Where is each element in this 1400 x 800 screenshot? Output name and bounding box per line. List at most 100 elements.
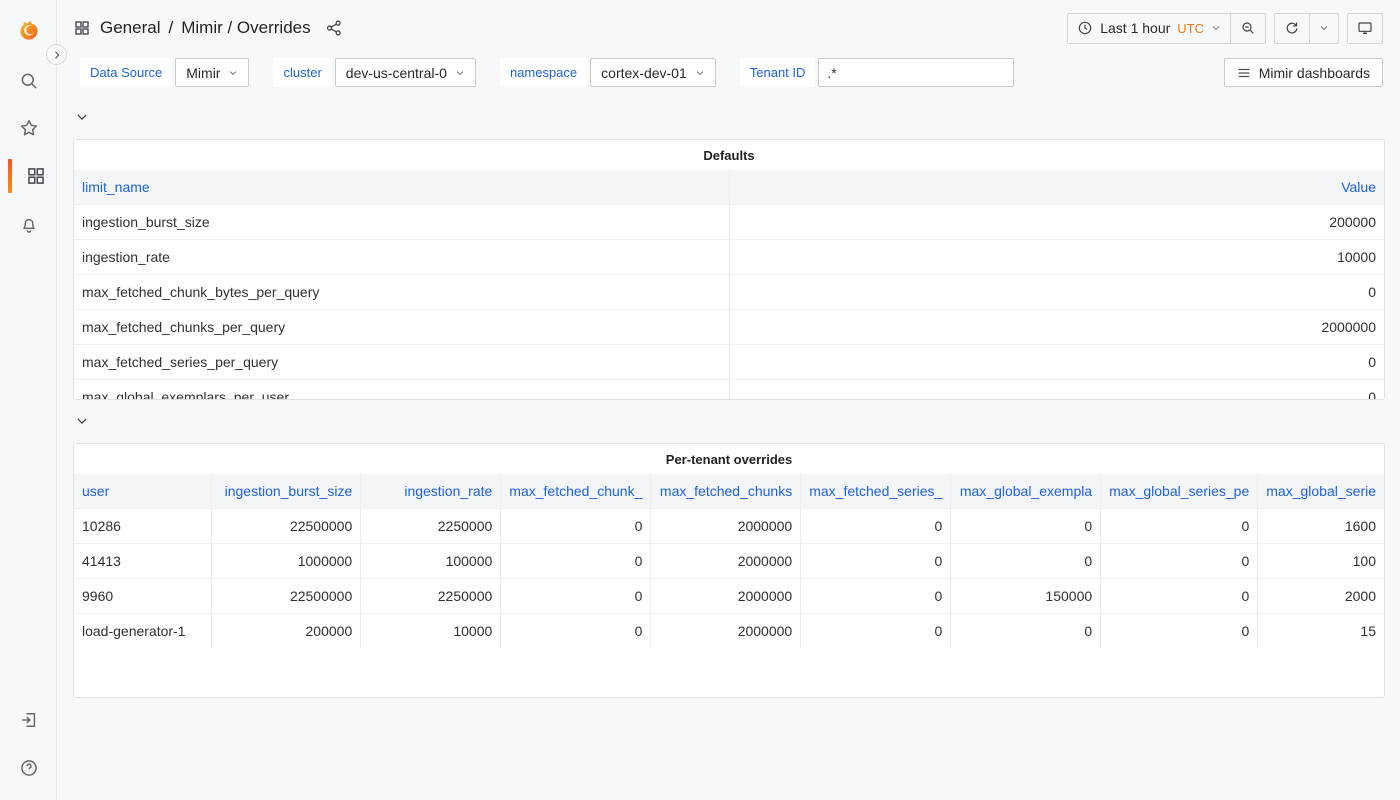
table-cell: 100000	[360, 542, 501, 578]
sidebar	[0, 0, 57, 800]
sidebar-item-search[interactable]	[0, 61, 57, 101]
table-cell: 0	[1100, 577, 1258, 613]
column-header[interactable]: max_global_exempla	[950, 474, 1101, 508]
panel-title[interactable]: Defaults	[74, 140, 1384, 170]
sidebar-item-sign-in[interactable]	[0, 700, 57, 740]
sidebar-item-dashboards[interactable]	[0, 156, 57, 196]
sign-in-icon	[21, 713, 35, 727]
kiosk-group	[1347, 12, 1383, 44]
breadcrumb-separator: /	[168, 18, 174, 37]
share-dashboard-button[interactable]	[325, 19, 343, 37]
sidebar-item-alerting[interactable]	[0, 205, 57, 245]
dashboard-header: General / Mimir / Overrides Last 1 hour …	[57, 0, 1400, 56]
table-row: 10286 22500000 2250000 0 2000000 0 0 0 1600	[74, 507, 1384, 543]
panel-title[interactable]: Per-tenant overrides	[74, 444, 1384, 474]
table-cell: 0	[728, 273, 1384, 309]
cluster-label: cluster	[273, 58, 332, 87]
tenant-id-label: Tenant ID	[739, 58, 816, 87]
menu-hamburger-icon	[1238, 68, 1249, 77]
table-cell: 0	[1100, 612, 1258, 648]
table-row: ingestion_burst_size 200000	[74, 203, 1384, 239]
variable-tenant-id: Tenant ID	[739, 58, 1015, 87]
tenant-id-input[interactable]	[818, 58, 1015, 87]
table-row: max_fetched_chunk_bytes_per_query 0	[74, 273, 1384, 309]
table-cell: 22500000	[211, 577, 361, 613]
chevron-down-icon	[230, 70, 237, 75]
column-header[interactable]: max_fetched_series_	[800, 474, 951, 508]
column-header[interactable]: user	[74, 474, 212, 508]
table-cell: 0	[800, 577, 951, 613]
apps-grid-icon	[75, 21, 89, 35]
table-cell: ingestion_rate	[74, 238, 729, 274]
column-header[interactable]: limit_name	[74, 170, 729, 204]
breadcrumb[interactable]: General / Mimir / Overrides	[74, 18, 343, 38]
table-cell: 2000000	[650, 612, 801, 648]
row-collapse-toggle[interactable]	[75, 409, 99, 433]
share-alt-icon	[326, 20, 341, 36]
refresh-button[interactable]	[1275, 14, 1309, 43]
time-picker-button[interactable]: Last 1 hour UTC	[1068, 14, 1230, 43]
grafana-logo[interactable]	[0, 10, 57, 50]
table-row: max_fetched_series_per_query 0	[74, 343, 1384, 379]
chevron-right-icon	[54, 50, 59, 59]
column-header[interactable]: ingestion_rate	[360, 474, 501, 508]
data-source-select[interactable]: Mimir	[175, 58, 250, 87]
row-collapse-toggle[interactable]	[75, 105, 99, 129]
table-cell: 15	[1257, 612, 1384, 648]
mimir-dashboards-button[interactable]: Mimir dashboards	[1223, 58, 1383, 87]
table-cell: max_fetched_chunk_bytes_per_query	[74, 273, 729, 309]
column-header[interactable]: max_global_series_pe	[1100, 474, 1258, 508]
sidebar-item-help[interactable]	[0, 748, 57, 788]
time-picker-group: Last 1 hour UTC	[1067, 12, 1266, 44]
table-cell: 2000000	[650, 507, 801, 543]
table-row: max_fetched_chunks_per_query 2000000	[74, 308, 1384, 344]
overrides-table: user ingestion_burst_size ingestion_rate ma…	[74, 474, 1384, 648]
star-icon	[20, 119, 37, 136]
variable-namespace: namespace cortex-dev-01	[499, 58, 716, 87]
table-cell: 10286	[74, 507, 212, 543]
sidebar-expand-button[interactable]	[46, 44, 67, 65]
column-header[interactable]: max_global_serie	[1257, 474, 1384, 508]
cluster-select[interactable]: dev-us-central-0	[334, 58, 476, 87]
per-tenant-overrides-panel: Per-tenant overrides user ingestion_burst…	[73, 443, 1385, 698]
table-cell: 0	[800, 612, 951, 648]
search-icon	[21, 73, 37, 89]
table-cell: 0	[500, 612, 651, 648]
table-cell: max_fetched_chunks_per_query	[74, 308, 729, 344]
refresh-icon	[1286, 22, 1298, 34]
table-cell: 2000	[1257, 577, 1384, 613]
table-cell: 2250000	[360, 577, 501, 613]
data-source-value: Mimir	[186, 64, 221, 81]
table-row: 41413 1000000 100000 0 2000000 0 0 0 100	[74, 542, 1384, 578]
active-indicator-bar	[8, 159, 12, 193]
cycle-view-mode-button[interactable]	[1348, 14, 1382, 43]
chevron-down-icon	[456, 70, 464, 75]
table-cell: 41413	[74, 542, 212, 578]
table-cell: max_fetched_series_per_query	[74, 343, 729, 379]
table-cell: max_global_exemplars_per_user	[74, 378, 729, 399]
sidebar-item-starred[interactable]	[0, 108, 57, 148]
zoom-out-time-button[interactable]	[1230, 13, 1265, 43]
help-circle-icon	[20, 760, 37, 776]
table-cell: 0	[950, 507, 1101, 543]
table-row: 9960 22500000 2250000 0 2000000 0 150000 0 2000	[74, 577, 1384, 613]
table-cell: 2000000	[728, 308, 1384, 344]
dashboards-grid-icon	[27, 168, 44, 184]
table-cell: 22500000	[211, 507, 361, 543]
table-cell: 200000	[728, 203, 1384, 239]
chevron-down-icon	[77, 114, 87, 120]
column-header[interactable]: max_fetched_chunk_	[500, 474, 651, 508]
column-header[interactable]: Value	[728, 170, 1384, 204]
table-cell: 0	[728, 343, 1384, 379]
namespace-select[interactable]: cortex-dev-01	[590, 58, 716, 87]
column-header[interactable]: ingestion_burst_size	[211, 474, 361, 508]
refresh-interval-dropdown[interactable]	[1309, 13, 1338, 43]
chevron-down-icon	[696, 70, 703, 75]
time-range-label: Last 1 hour	[1100, 20, 1171, 36]
timezone-label: UTC	[1177, 20, 1204, 36]
refresh-group	[1274, 12, 1339, 44]
namespace-value: cortex-dev-01	[601, 64, 687, 81]
column-header[interactable]: max_fetched_chunks	[650, 474, 801, 508]
chevron-down-icon	[1320, 26, 1328, 30]
breadcrumb-folder[interactable]: General	[100, 18, 160, 38]
